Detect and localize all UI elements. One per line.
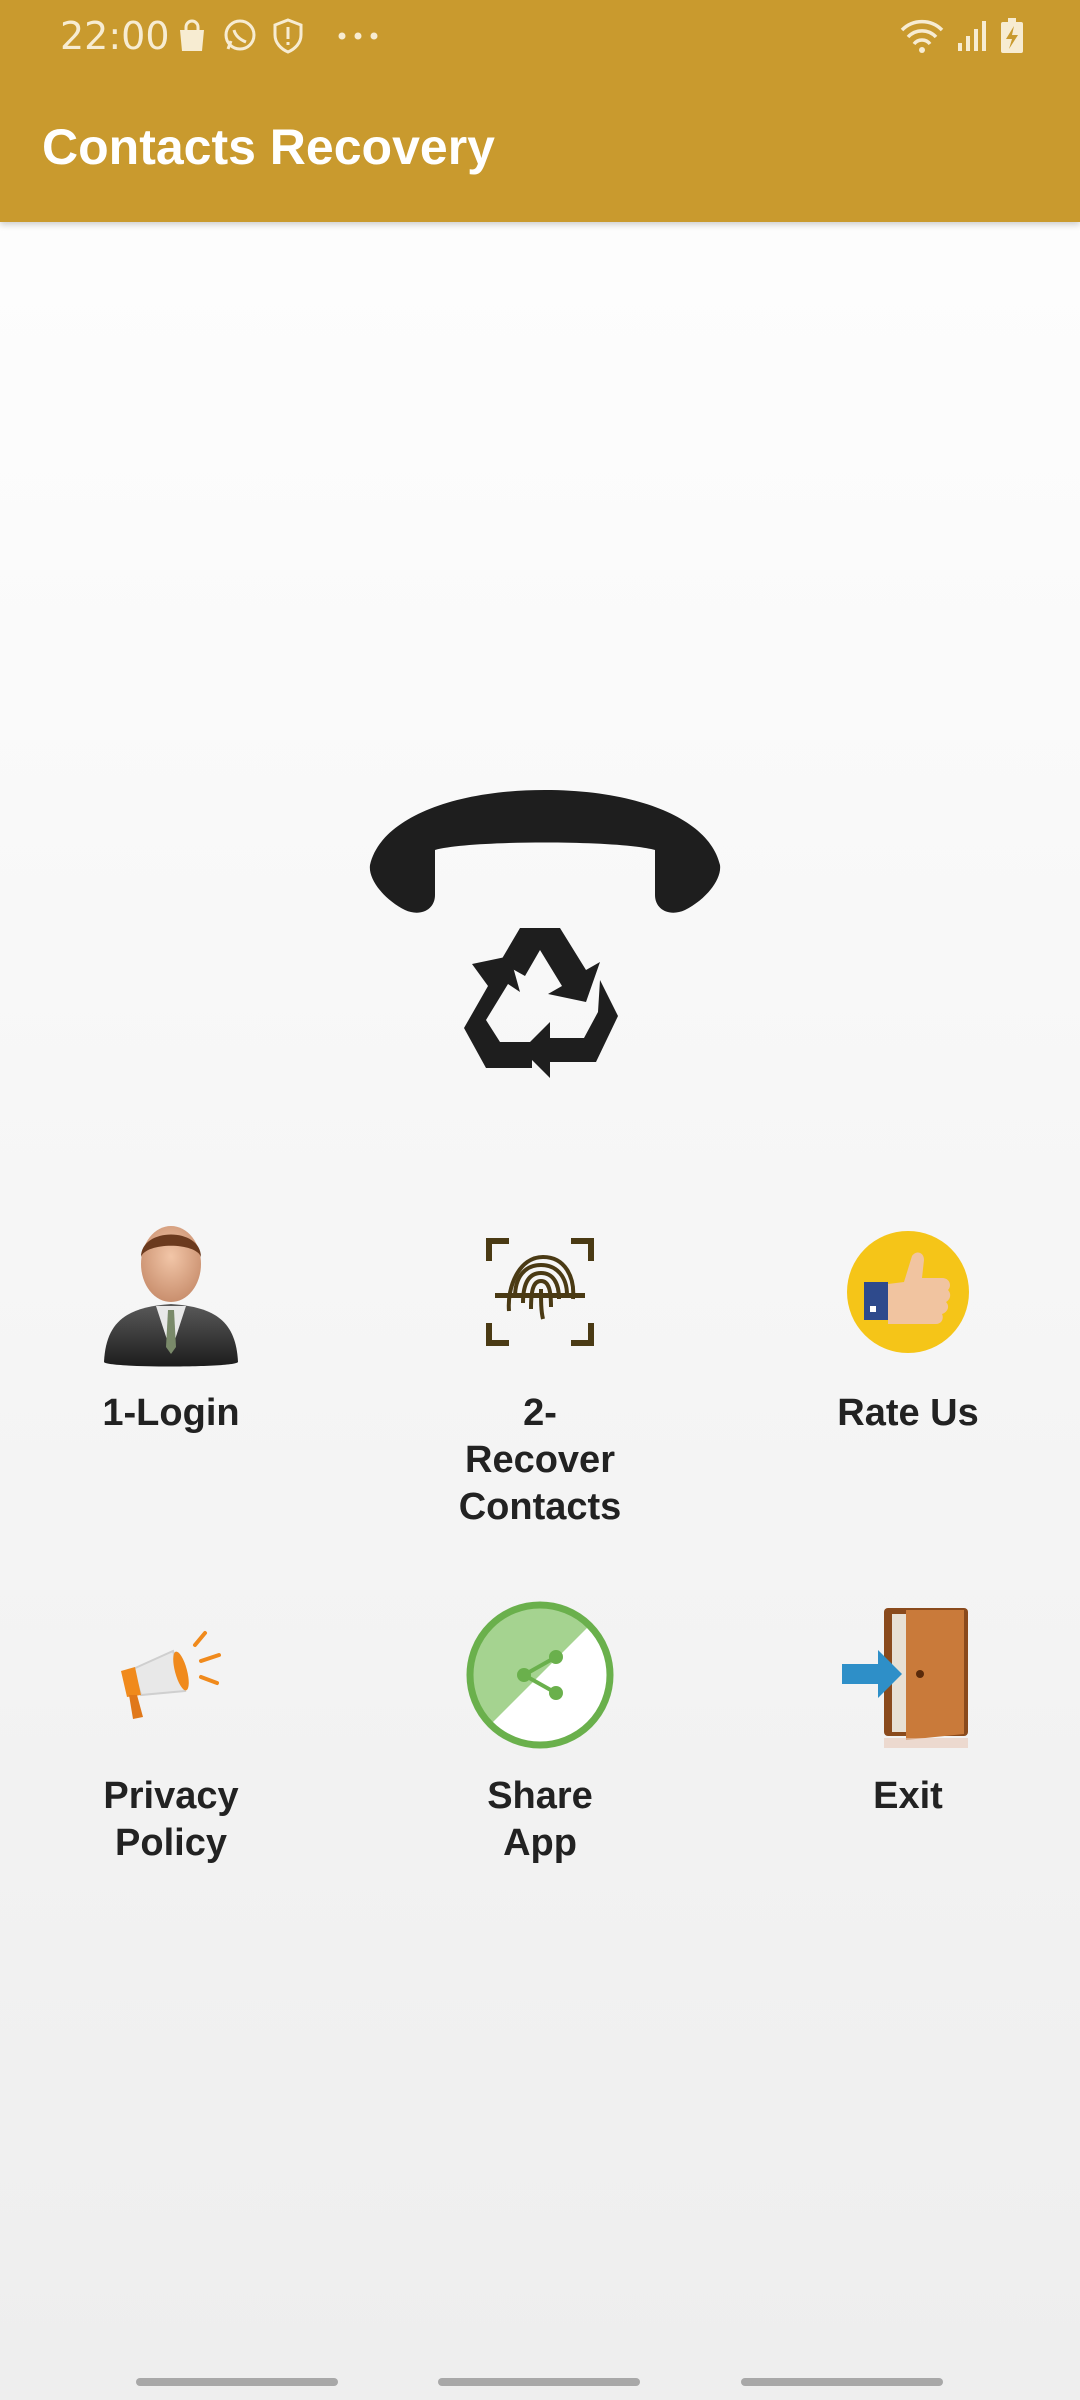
rate-icon-wrap bbox=[828, 1212, 988, 1372]
page-title: Contacts Recovery bbox=[42, 119, 495, 175]
share-icon-wrap bbox=[460, 1595, 620, 1755]
nav-back-button[interactable] bbox=[741, 2378, 943, 2386]
more-dots-icon bbox=[338, 32, 378, 40]
login-icon-wrap bbox=[91, 1212, 251, 1372]
shopping-bag-icon bbox=[180, 19, 204, 51]
exit-door-icon bbox=[842, 1608, 968, 1748]
megaphone-icon bbox=[121, 1631, 221, 1719]
share-app-label: Share App bbox=[487, 1775, 593, 1864]
nav-recent-apps-button[interactable] bbox=[136, 2378, 338, 2386]
businessman-icon bbox=[104, 1226, 238, 1367]
battery-charging-icon bbox=[1001, 18, 1023, 53]
shield-icon bbox=[273, 18, 303, 54]
recover-icon-wrap bbox=[460, 1212, 620, 1372]
status-icons-right bbox=[900, 18, 1024, 54]
fingerprint-icon bbox=[486, 1238, 594, 1346]
app-bar: 22:00 Contacts Recovery bbox=[0, 0, 1080, 222]
privacy-policy-label: Privacy Policy bbox=[103, 1775, 239, 1864]
phone-recycle-icon bbox=[369, 790, 721, 1078]
recover-contacts-label: 2- Recover Contacts bbox=[458, 1392, 622, 1528]
wifi-icon bbox=[900, 19, 944, 53]
login-button[interactable]: 1-Login bbox=[21, 1212, 321, 1437]
share-icon bbox=[466, 1601, 614, 1749]
rate-us-label: Rate Us bbox=[837, 1392, 979, 1434]
exit-label: Exit bbox=[873, 1775, 943, 1817]
recover-contacts-button[interactable]: 2- Recover Contacts bbox=[390, 1212, 690, 1531]
login-label: 1-Login bbox=[102, 1392, 240, 1434]
rate-us-button[interactable]: Rate Us bbox=[758, 1212, 1058, 1437]
exit-icon-wrap bbox=[828, 1595, 988, 1755]
share-app-button[interactable]: Share App bbox=[390, 1595, 690, 1867]
hero-logo bbox=[360, 780, 730, 1090]
signal-icon bbox=[958, 21, 986, 51]
whatsapp-icon bbox=[224, 19, 256, 51]
status-time: 22:00 bbox=[60, 14, 170, 58]
privacy-icon-wrap bbox=[91, 1595, 251, 1755]
exit-button[interactable]: Exit bbox=[758, 1595, 1058, 1820]
nav-home-button[interactable] bbox=[438, 2378, 640, 2386]
navigation-bar bbox=[0, 2356, 1080, 2400]
thumbs-up-icon bbox=[847, 1231, 969, 1353]
status-icons-left bbox=[176, 18, 380, 54]
privacy-policy-button[interactable]: Privacy Policy bbox=[21, 1595, 321, 1867]
status-bar: 22:00 bbox=[0, 0, 1080, 76]
